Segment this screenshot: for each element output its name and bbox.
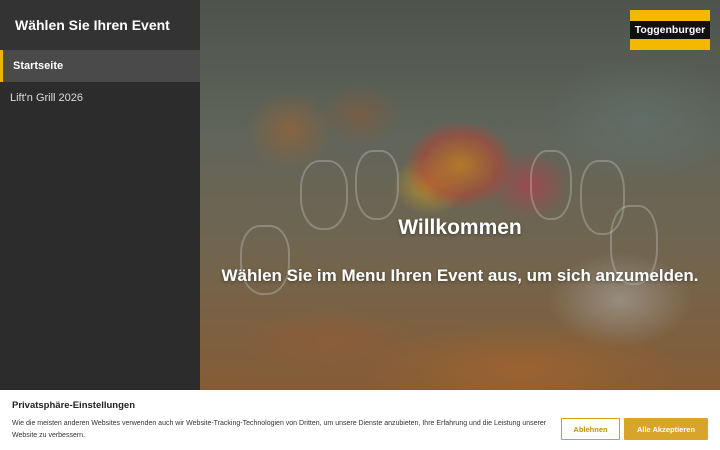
- decorative-glass: [355, 150, 399, 220]
- nav-item-liftn-grill-2026[interactable]: Lift'n Grill 2026: [0, 82, 200, 114]
- sidebar-header: Wählen Sie Ihren Event: [0, 0, 200, 50]
- sidebar: Wählen Sie Ihren Event Startseite Lift'n…: [0, 0, 200, 450]
- sidebar-nav: Startseite Lift'n Grill 2026: [0, 50, 200, 114]
- accept-all-button[interactable]: Alle Akzeptieren: [624, 418, 708, 440]
- nav-item-startseite[interactable]: Startseite: [0, 50, 200, 82]
- decline-button[interactable]: Ablehnen: [561, 418, 620, 440]
- toggenburger-logo[interactable]: Toggenburger: [630, 10, 710, 50]
- hero-title: Willkommen: [398, 216, 522, 239]
- sidebar-title: Wählen Sie Ihren Event: [15, 17, 170, 33]
- logo-text: Toggenburger: [630, 21, 710, 39]
- hero-banner: Willkommen Wählen Sie im Menu Ihren Even…: [200, 0, 720, 390]
- cookie-banner-title: Privatsphäre-Einstellungen: [12, 400, 136, 411]
- decorative-glass: [530, 150, 572, 220]
- cookie-banner-text: Wie die meisten anderen Websites verwend…: [12, 420, 547, 439]
- cookie-banner: Privatsphäre-Einstellungen Wie die meist…: [0, 390, 720, 450]
- hero-subtitle: Wählen Sie im Menu Ihren Event aus, um s…: [221, 266, 699, 285]
